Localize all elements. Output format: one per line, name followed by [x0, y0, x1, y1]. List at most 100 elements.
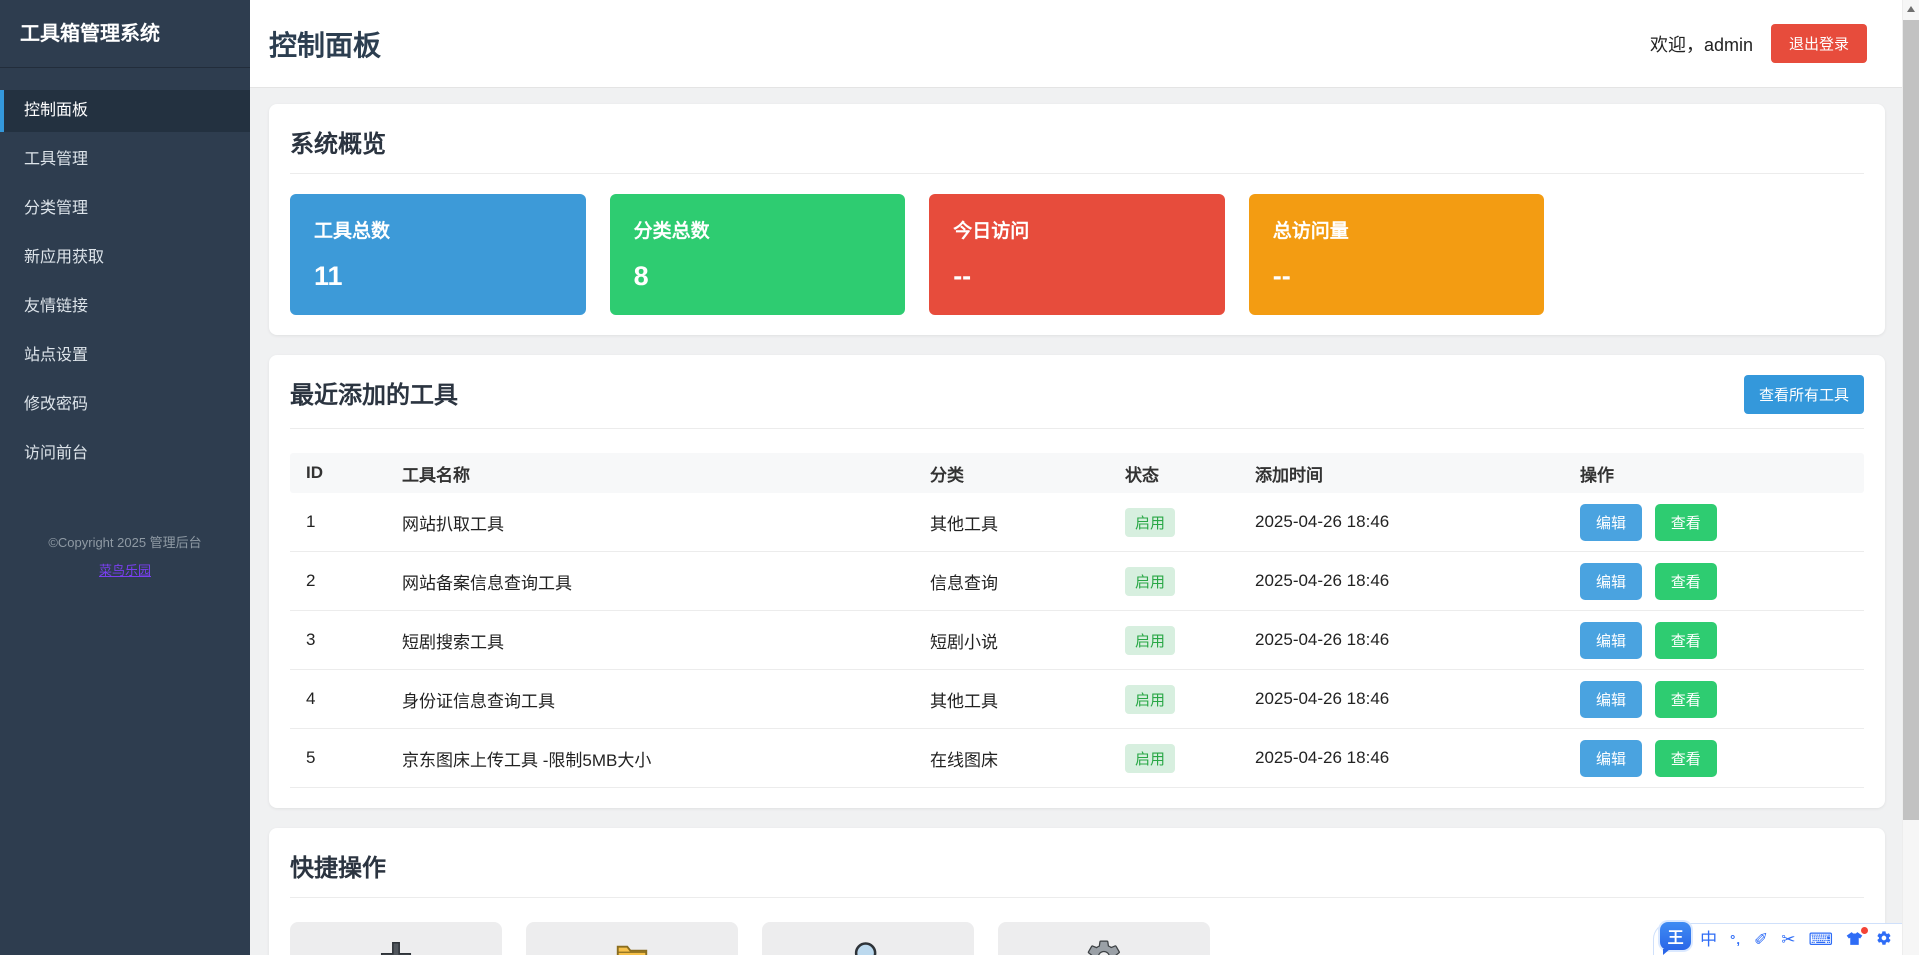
- gear-icon: [1085, 938, 1123, 955]
- stats-grid: 工具总数 11 分类总数 8 今日访问 -- 总访问量 --: [290, 194, 1864, 315]
- quick-actions-grid: [290, 922, 1864, 955]
- stat-value: 11: [314, 261, 562, 292]
- ime-settings-icon[interactable]: [1876, 930, 1892, 949]
- scrollbar[interactable]: [1902, 0, 1919, 955]
- welcome-text: 欢迎，admin: [1650, 31, 1753, 57]
- table-row: 3 短剧搜索工具 短剧小说 启用 2025-04-26 18:46 编辑 查看: [290, 611, 1864, 670]
- ime-pencil-icon[interactable]: ✐: [1754, 931, 1768, 948]
- sidebar-item-links[interactable]: 友情链接: [0, 286, 250, 328]
- status-badge: 启用: [1125, 744, 1175, 773]
- gear-icon: [1876, 930, 1892, 946]
- folder-icon: [613, 938, 651, 955]
- recent-tools-card: 最近添加的工具 查看所有工具 ID 工具名称 分类 状态 添加时间 操作 1 网…: [269, 355, 1885, 808]
- view-button[interactable]: 查看: [1655, 563, 1717, 600]
- edit-button[interactable]: 编辑: [1580, 504, 1642, 541]
- shirt-icon: [1846, 931, 1863, 946]
- table-row: 1 网站扒取工具 其他工具 启用 2025-04-26 18:46 编辑 查看: [290, 493, 1864, 552]
- view-button[interactable]: 查看: [1655, 681, 1717, 718]
- stat-card-total-tools: 工具总数 11: [290, 194, 586, 315]
- cell-category: 短剧小说: [914, 628, 1109, 653]
- quick-action-add-tool[interactable]: [290, 922, 502, 955]
- sidebar-item-new-apps[interactable]: 新应用获取: [0, 237, 250, 279]
- sidebar: 工具箱管理系统 控制面板 工具管理 分类管理 新应用获取 友情链接 站点设置 修…: [0, 0, 250, 955]
- sidebar-item-dashboard[interactable]: 控制面板: [0, 90, 250, 132]
- sidebar-item-tools[interactable]: 工具管理: [0, 139, 250, 181]
- search-icon: [849, 938, 887, 955]
- sidebar-item-change-password[interactable]: 修改密码: [0, 384, 250, 426]
- copyright-link[interactable]: 菜鸟乐园: [0, 560, 250, 579]
- sidebar-item-visit-frontend[interactable]: 访问前台: [0, 433, 250, 475]
- view-button[interactable]: 查看: [1655, 740, 1717, 777]
- status-badge: 启用: [1125, 508, 1175, 537]
- view-all-tools-button[interactable]: 查看所有工具: [1744, 375, 1864, 414]
- sidebar-footer: ©Copyright 2025 管理后台 菜鸟乐园: [0, 532, 250, 579]
- quick-action-search[interactable]: [762, 922, 974, 955]
- stat-card-today-visits: 今日访问 --: [929, 194, 1225, 315]
- ime-toolbar: 王 中 °, ✐ ✂ ⌨: [1653, 923, 1902, 955]
- cell-time: 2025-04-26 18:46: [1239, 748, 1564, 768]
- ime-scissors-icon[interactable]: ✂: [1781, 931, 1795, 948]
- ime-keyboard-icon[interactable]: ⌨: [1808, 931, 1833, 948]
- quick-actions-title: 快捷操作: [290, 848, 1864, 898]
- cell-name: 身份证信息查询工具: [386, 687, 914, 712]
- scrollbar-thumb[interactable]: [1903, 20, 1919, 820]
- edit-button[interactable]: 编辑: [1580, 563, 1642, 600]
- quick-actions-card: 快捷操作: [269, 828, 1885, 955]
- cell-time: 2025-04-26 18:46: [1239, 630, 1564, 650]
- cell-id: 1: [290, 512, 386, 532]
- ime-skin-icon[interactable]: [1846, 931, 1863, 949]
- overview-card: 系统概览 工具总数 11 分类总数 8 今日访问 -- 总访问量 --: [269, 104, 1885, 335]
- up-arrow-icon: [1907, 6, 1915, 12]
- ime-punctuation-icon[interactable]: °,: [1730, 933, 1741, 946]
- page-title: 控制面板: [269, 24, 381, 64]
- edit-button[interactable]: 编辑: [1580, 681, 1642, 718]
- quick-action-manage-categories[interactable]: [526, 922, 738, 955]
- plus-icon: [377, 938, 415, 955]
- edit-button[interactable]: 编辑: [1580, 740, 1642, 777]
- cell-category: 信息查询: [914, 569, 1109, 594]
- scrollbar-up-button[interactable]: [1903, 0, 1919, 17]
- cell-time: 2025-04-26 18:46: [1239, 571, 1564, 591]
- cell-id: 2: [290, 571, 386, 591]
- cell-category: 在线图床: [914, 746, 1109, 771]
- col-name: 工具名称: [386, 461, 914, 486]
- cell-name: 短剧搜索工具: [386, 628, 914, 653]
- app-title: 工具箱管理系统: [0, 0, 250, 68]
- quick-action-settings[interactable]: [998, 922, 1210, 955]
- view-button[interactable]: 查看: [1655, 622, 1717, 659]
- table-row: 5 京东图床上传工具 -限制5MB大小 在线图床 启用 2025-04-26 1…: [290, 729, 1864, 788]
- cell-name: 网站备案信息查询工具: [386, 569, 914, 594]
- cell-time: 2025-04-26 18:46: [1239, 512, 1564, 532]
- header: 控制面板 欢迎，admin 退出登录: [250, 0, 1919, 88]
- main-content: 系统概览 工具总数 11 分类总数 8 今日访问 -- 总访问量 -- 最近添加…: [250, 88, 1919, 955]
- col-actions: 操作: [1564, 461, 1864, 486]
- col-status: 状态: [1109, 461, 1239, 486]
- col-category: 分类: [914, 461, 1109, 486]
- table-header-row: ID 工具名称 分类 状态 添加时间 操作: [290, 453, 1864, 493]
- recent-tools-title: 最近添加的工具: [290, 375, 1744, 410]
- sidebar-nav: 控制面板 工具管理 分类管理 新应用获取 友情链接 站点设置 修改密码 访问前台: [0, 90, 250, 475]
- cell-category: 其他工具: [914, 687, 1109, 712]
- ime-chinese-mode-icon[interactable]: 中: [1700, 931, 1717, 948]
- stat-label: 今日访问: [953, 216, 1201, 243]
- overview-title: 系统概览: [290, 124, 1864, 174]
- stat-label: 工具总数: [314, 216, 562, 243]
- notification-dot: [1861, 927, 1868, 934]
- cell-id: 4: [290, 689, 386, 709]
- table-row: 2 网站备案信息查询工具 信息查询 启用 2025-04-26 18:46 编辑…: [290, 552, 1864, 611]
- sidebar-item-site-settings[interactable]: 站点设置: [0, 335, 250, 377]
- stat-value: --: [1273, 261, 1521, 292]
- logout-button[interactable]: 退出登录: [1771, 24, 1867, 63]
- col-id: ID: [290, 463, 386, 483]
- ime-logo-icon[interactable]: 王: [1660, 922, 1691, 950]
- recent-tools-table: ID 工具名称 分类 状态 添加时间 操作 1 网站扒取工具 其他工具 启用 2…: [290, 453, 1864, 788]
- table-row: 4 身份证信息查询工具 其他工具 启用 2025-04-26 18:46 编辑 …: [290, 670, 1864, 729]
- edit-button[interactable]: 编辑: [1580, 622, 1642, 659]
- status-badge: 启用: [1125, 567, 1175, 596]
- cell-category: 其他工具: [914, 510, 1109, 535]
- status-badge: 启用: [1125, 685, 1175, 714]
- stat-card-total-categories: 分类总数 8: [610, 194, 906, 315]
- view-button[interactable]: 查看: [1655, 504, 1717, 541]
- sidebar-item-categories[interactable]: 分类管理: [0, 188, 250, 230]
- col-time: 添加时间: [1239, 461, 1564, 486]
